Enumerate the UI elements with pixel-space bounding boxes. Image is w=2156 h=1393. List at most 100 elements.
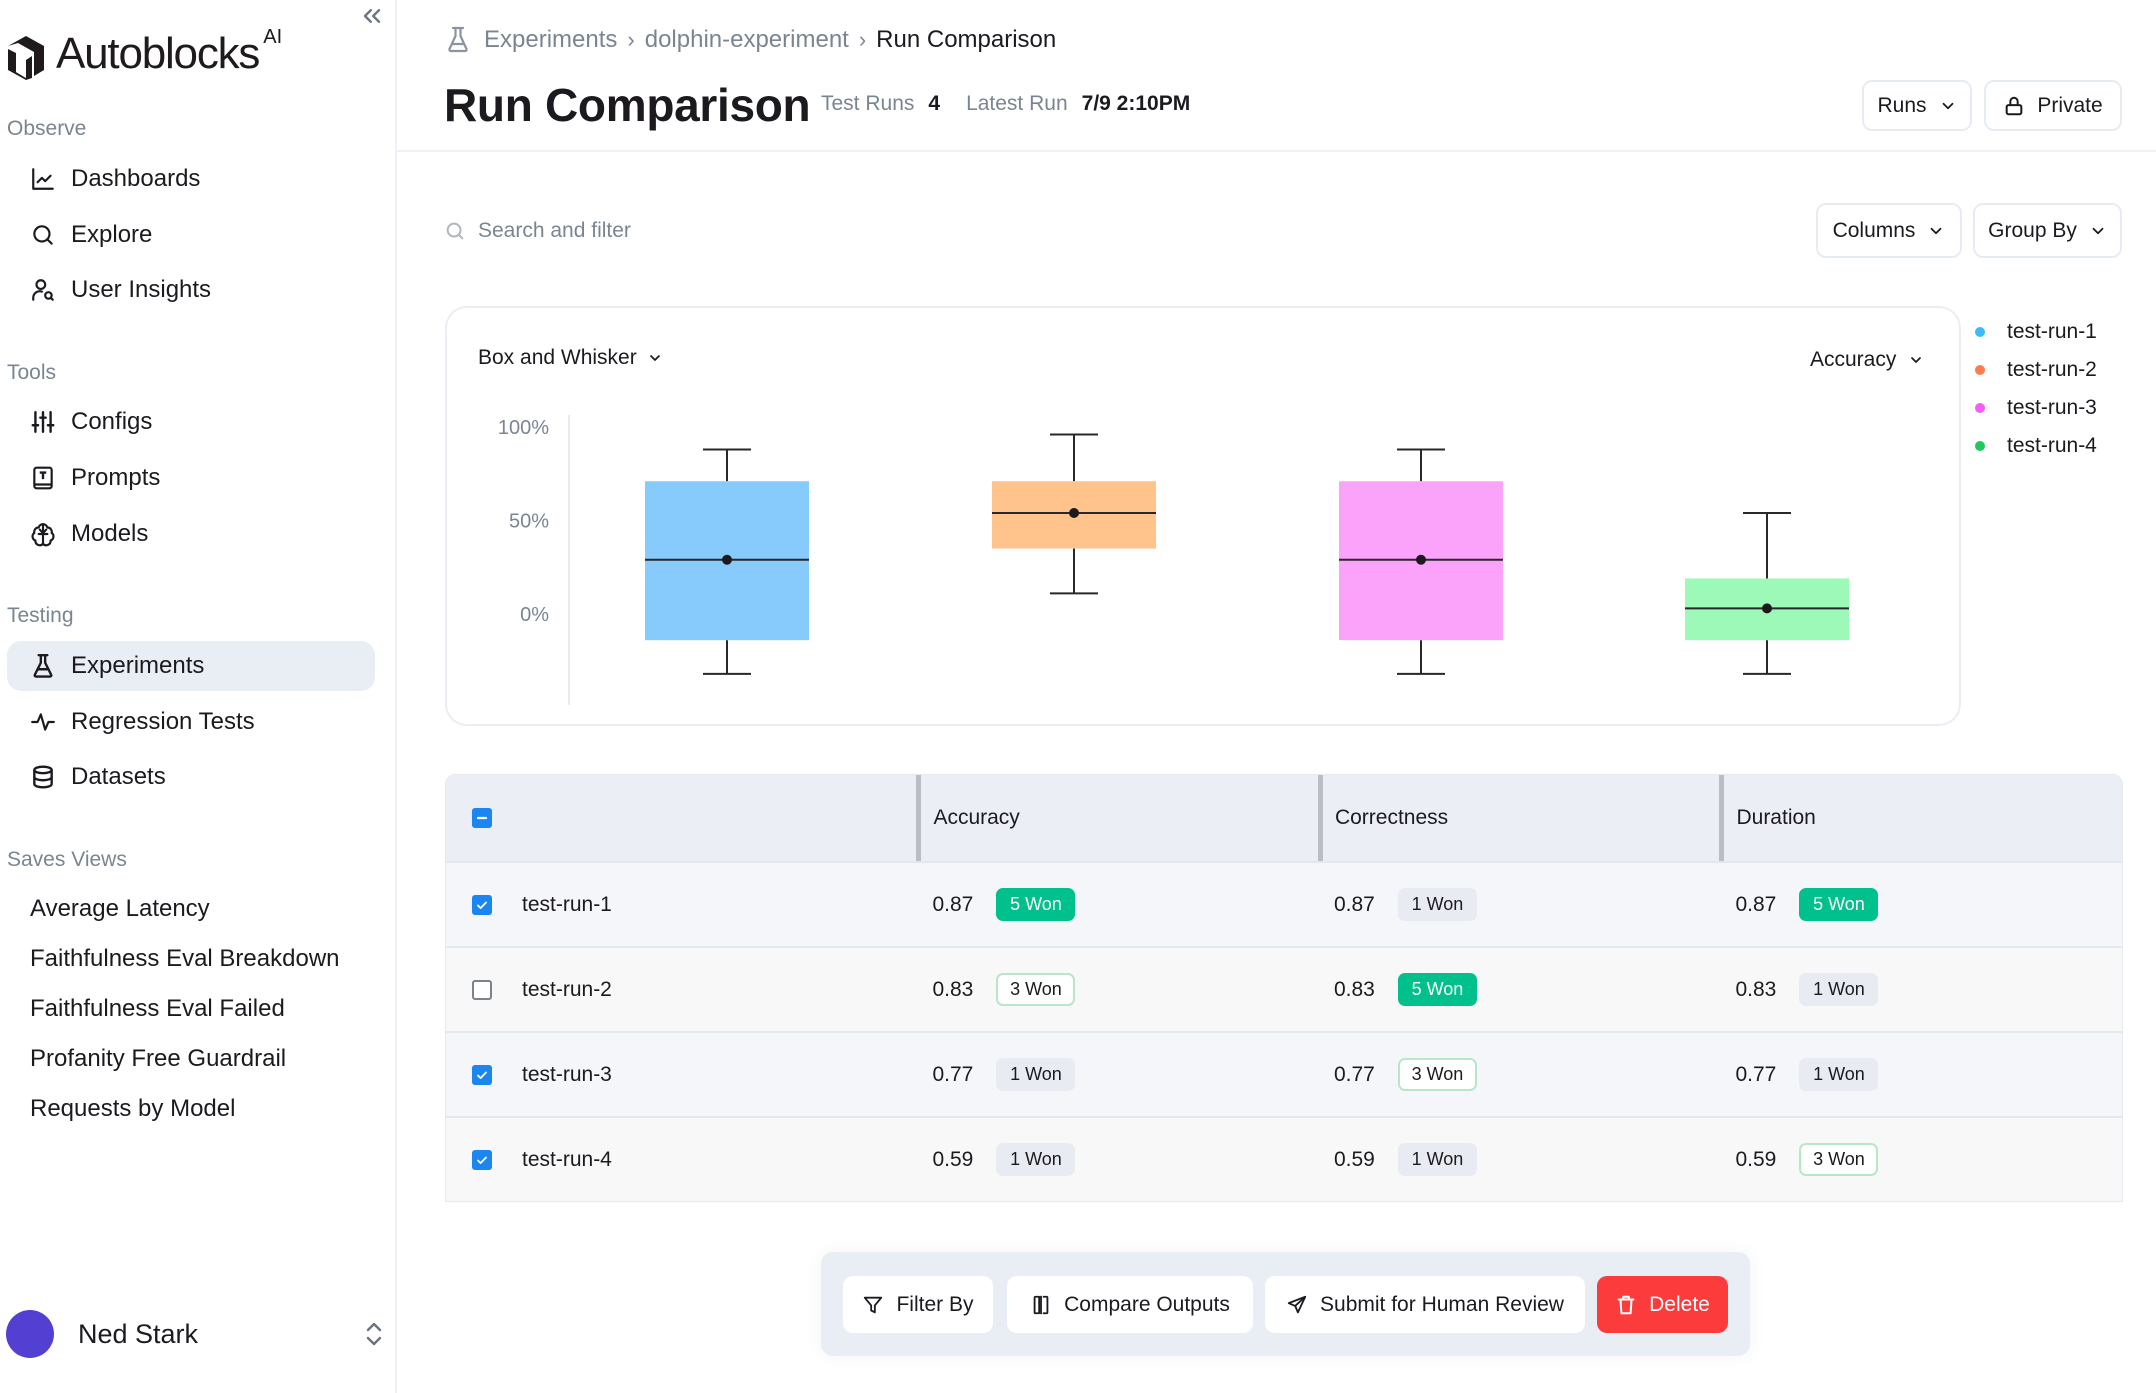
sidebar-item-regression-tests[interactable]: Regression Tests	[7, 697, 375, 747]
compare-outputs-button[interactable]: Compare Outputs	[1007, 1276, 1253, 1333]
breadcrumb-experiments[interactable]: Experiments	[484, 26, 617, 54]
search-input[interactable]	[478, 219, 1078, 243]
metric-dropdown[interactable]: Accuracy	[1810, 348, 1924, 372]
group-by-dropdown[interactable]: Group By	[1973, 203, 2122, 258]
metric-value: 0.77	[932, 1062, 974, 1086]
delete-label: Delete	[1649, 1292, 1710, 1316]
search-icon	[446, 222, 464, 240]
chevron-up-down-icon	[366, 1322, 382, 1346]
box-whisker-chart: 100% 50% 0%	[498, 415, 1849, 705]
submit-human-review-button[interactable]: Submit for Human Review	[1265, 1276, 1585, 1333]
search-icon	[29, 221, 57, 249]
sidebar-item-experiments[interactable]: Experiments	[7, 641, 375, 691]
lock-icon	[2005, 96, 2023, 115]
won-badge: 1 Won	[996, 1143, 1076, 1176]
run-comparison-table: Accuracy Correctness Duration test-run-1…	[445, 774, 2123, 1202]
sidebar-item-user-insights[interactable]: User Insights	[7, 265, 375, 315]
columns-dropdown[interactable]: Columns	[1816, 203, 1962, 258]
sidebar-item-label: Datasets	[71, 763, 166, 790]
private-button[interactable]: Private	[1984, 80, 2122, 131]
median-point-test-run-4	[1762, 603, 1772, 614]
sidebar-item-datasets[interactable]: Datasets	[7, 752, 375, 802]
check-icon	[477, 1156, 487, 1164]
row-checkbox[interactable]	[472, 1064, 492, 1085]
row-checkbox[interactable]	[472, 979, 492, 1000]
won-badge: 3 Won	[1799, 1143, 1879, 1176]
chevron-right-icon: ›	[627, 27, 635, 52]
metric-cell-accuracy: 0.77 1 Won	[916, 1033, 1318, 1116]
row-checkbox[interactable]	[472, 894, 492, 915]
metric-cell-correctness: 0.83 5 Won	[1318, 948, 1720, 1031]
metric-value: 0.87	[1333, 892, 1375, 916]
won-badge: 1 Won	[1397, 1143, 1477, 1176]
runs-dropdown[interactable]: Runs	[1862, 80, 1972, 131]
row-name-cell: test-run-4	[446, 1118, 916, 1201]
row-checkbox[interactable]	[472, 1149, 492, 1170]
chevron-down-icon	[2092, 227, 2104, 234]
sidebar-item-prompts[interactable]: Prompts	[7, 453, 375, 503]
row-name-cell: test-run-1	[446, 863, 916, 946]
breadcrumb-current: Run Comparison	[876, 26, 1057, 53]
logo[interactable]: Autoblocks AI	[6, 24, 282, 84]
trash-icon	[1617, 1295, 1635, 1314]
sidebar: Autoblocks AI Observe Dashboards Explore…	[0, 0, 397, 1393]
legend-item[interactable]: test-run-2	[1975, 351, 2097, 389]
database-icon	[29, 763, 57, 791]
user-name: Ned Stark	[78, 1318, 199, 1349]
section-label-saved-views: Saves Views	[7, 848, 127, 871]
y-tick-label: 0%	[520, 604, 549, 626]
pulse-icon	[29, 708, 57, 736]
saved-view-item[interactable]: Faithfulness Eval Failed	[30, 995, 285, 1023]
table-row[interactable]: test-run-4 0.59 1 Won 0.59 1 Won 0.59 3 Won	[446, 1116, 2122, 1201]
sidebar-item-dashboards[interactable]: Dashboards	[7, 154, 375, 204]
won-badge: 1 Won	[1799, 973, 1879, 1006]
sidebar-item-configs[interactable]: Configs	[7, 397, 375, 447]
legend-label: test-run-2	[2007, 358, 2097, 381]
metric-value: 0.77	[1735, 1062, 1777, 1086]
chart-legend: test-run-1 test-run-2 test-run-3 test-ru…	[1975, 313, 2097, 465]
metric-value: 0.83	[1735, 977, 1777, 1001]
chevron-down-icon	[649, 355, 660, 361]
sidebar-item-label: Prompts	[71, 464, 161, 491]
breadcrumb-dolphin-experiment[interactable]: dolphin-experiment	[645, 26, 849, 54]
table-row[interactable]: test-run-1 0.87 5 Won 0.87 1 Won 0.87 5 Won	[446, 861, 2122, 946]
select-all-checkbox[interactable]	[472, 808, 492, 828]
won-badge: 1 Won	[1799, 1058, 1879, 1091]
sidebar-item-label: Configs	[71, 408, 153, 435]
check-icon	[477, 1071, 487, 1079]
chart-type-dropdown[interactable]: Box and Whisker	[478, 346, 663, 370]
sidebar-item-label: User Insights	[71, 276, 212, 303]
run-name: test-run-4	[522, 1147, 612, 1171]
row-name-cell: test-run-2	[446, 948, 916, 1031]
metric-value: 0.59	[1333, 1147, 1375, 1171]
runs-label: Runs	[1877, 93, 1927, 117]
saved-view-item[interactable]: Faithfulness Eval Breakdown	[30, 945, 340, 973]
legend-item[interactable]: test-run-1	[1975, 313, 2097, 351]
column-header-correctness[interactable]: Correctness	[1317, 775, 1720, 861]
user-menu[interactable]: Ned Stark	[6, 1309, 386, 1359]
header-divider	[397, 150, 2156, 152]
sidebar-item-models[interactable]: Models	[7, 509, 375, 559]
saved-view-item[interactable]: Profanity Free Guardrail	[30, 1045, 286, 1073]
flask-icon	[448, 26, 468, 53]
chevron-down-icon	[1911, 357, 1922, 363]
metric-value: 0.59	[932, 1147, 974, 1171]
table-row[interactable]: test-run-2 0.83 3 Won 0.83 5 Won 0.83 1 Won	[446, 946, 2122, 1031]
legend-item[interactable]: test-run-3	[1975, 389, 2097, 427]
chart-type-label: Box and Whisker	[478, 346, 637, 369]
legend-label: test-run-3	[2007, 396, 2097, 419]
column-header-accuracy[interactable]: Accuracy	[916, 775, 1318, 861]
legend-item[interactable]: test-run-4	[1975, 427, 2097, 465]
metric-cell-accuracy: 0.87 5 Won	[916, 863, 1318, 946]
saved-view-item[interactable]: Requests by Model	[30, 1095, 235, 1123]
chevron-down-icon	[1942, 102, 1953, 109]
delete-button[interactable]: Delete	[1597, 1276, 1728, 1333]
collapse-sidebar-button[interactable]	[357, 2, 387, 30]
sidebar-item-explore[interactable]: Explore	[7, 210, 375, 260]
column-header-duration[interactable]: Duration	[1719, 775, 2122, 861]
saved-view-item[interactable]: Average Latency	[30, 895, 210, 923]
filter-by-button[interactable]: Filter By	[843, 1276, 993, 1333]
search-bar[interactable]	[444, 214, 1144, 248]
send-icon	[1287, 1295, 1307, 1313]
table-row[interactable]: test-run-3 0.77 1 Won 0.77 3 Won 0.77 1 Won	[446, 1031, 2122, 1116]
